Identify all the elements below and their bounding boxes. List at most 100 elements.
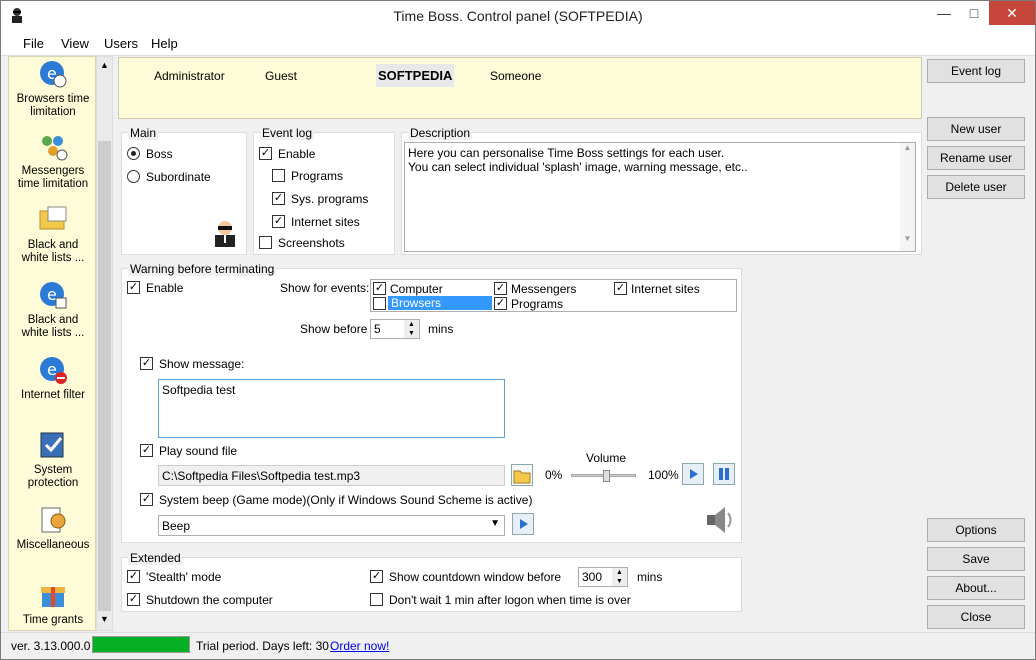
gift-icon xyxy=(38,580,68,610)
internet-filter-icon: e xyxy=(38,355,68,385)
countdown-label: Show countdown window before xyxy=(389,570,562,584)
message-textarea[interactable]: Softpedia test xyxy=(158,379,505,438)
version-label: ver. 3.13.000.0 xyxy=(11,639,91,653)
volume-slider[interactable] xyxy=(571,470,636,484)
event-computer-checkbox[interactable]: ✓ xyxy=(373,282,386,295)
countdown-value: 300 xyxy=(582,570,603,584)
countdown-spin-icon[interactable]: ▲ ▼ xyxy=(612,568,627,586)
countdown-mins-label: mins xyxy=(637,570,663,584)
user-administrator[interactable]: Administrator xyxy=(154,69,225,83)
browser-list-icon: e xyxy=(38,280,68,310)
close-icon[interactable]: ✕ xyxy=(989,1,1035,25)
event-messengers-checkbox[interactable]: ✓ xyxy=(494,282,507,295)
sidebar-item-messengers-time[interactable]: Messengers time limitation xyxy=(9,131,95,191)
volume-max-label: 100% xyxy=(648,468,679,482)
trial-progress-bar xyxy=(92,636,190,653)
shutdown-checkbox[interactable]: ✓ xyxy=(127,593,140,606)
user-softpedia[interactable]: SOFTPEDIA xyxy=(376,64,455,87)
menu-users[interactable]: Users xyxy=(104,36,138,51)
minimize-icon[interactable]: — xyxy=(929,1,959,25)
sidebar-item-internet-filter[interactable]: e Internet filter xyxy=(9,355,95,402)
description-scrollbar[interactable]: ▲ ▼ xyxy=(900,143,915,251)
scroll-up-icon[interactable]: ▲ xyxy=(100,60,109,70)
pause-icon[interactable] xyxy=(713,463,735,485)
delete-user-button[interactable]: Delete user xyxy=(927,175,1025,199)
sidebar-item-system-protection[interactable]: System protection xyxy=(9,430,95,490)
browse-folder-icon[interactable] xyxy=(511,464,533,486)
desc-scroll-up-icon[interactable]: ▲ xyxy=(900,143,915,152)
event-programs-label: Programs xyxy=(511,297,564,311)
rename-user-button[interactable]: Rename user xyxy=(927,146,1025,170)
warning-enable-label: Enable xyxy=(146,281,184,295)
event-internet-sites-checkbox[interactable]: ✓ xyxy=(614,282,627,295)
options-button[interactable]: Options xyxy=(927,518,1025,542)
shutdown-label: Shutdown the computer xyxy=(146,593,273,607)
speaker-icon xyxy=(703,504,737,536)
sidebar-item-black-white-lists-1[interactable]: Black and white lists ... xyxy=(9,205,95,265)
warning-title: Warning before terminating xyxy=(128,262,277,276)
new-user-button[interactable]: New user xyxy=(927,117,1025,141)
event-log-title: Event log xyxy=(260,126,315,140)
sidebar-scroll-thumb[interactable] xyxy=(98,141,111,611)
programs-checkbox[interactable] xyxy=(272,169,285,182)
user-someone[interactable]: Someone xyxy=(490,69,541,83)
miscellaneous-icon xyxy=(38,505,68,535)
play-sound-checkbox[interactable]: ✓ xyxy=(140,444,153,457)
sound-file-path[interactable]: C:\Softpedia Files\Softpedia test.mp3 xyxy=(158,465,505,486)
internet-sites-log-checkbox[interactable]: ✓ xyxy=(272,215,285,228)
event-log-button[interactable]: Event log xyxy=(927,59,1025,83)
window-title: Time Boss. Control panel (SOFTPEDIA) xyxy=(393,8,643,24)
warning-enable-checkbox[interactable]: ✓ xyxy=(127,281,140,294)
desc-scroll-down-icon[interactable]: ▼ xyxy=(900,234,915,243)
boss-avatar-icon xyxy=(211,219,239,247)
svg-text:e: e xyxy=(47,285,57,304)
sidebar-item-time-grants[interactable]: Time grants xyxy=(9,580,95,627)
show-before-label: Show before xyxy=(300,322,368,336)
extended-title: Extended xyxy=(128,551,183,565)
system-protection-icon xyxy=(38,430,68,460)
beep-select[interactable]: Beep ▼ xyxy=(158,515,505,536)
scroll-down-icon[interactable]: ▼ xyxy=(100,614,109,624)
subordinate-label: Subordinate xyxy=(146,170,211,184)
chevron-down-icon: ▼ xyxy=(490,518,500,529)
save-button[interactable]: Save xyxy=(927,547,1025,571)
user-guest[interactable]: Guest xyxy=(265,69,297,83)
sidebar-item-browsers-time[interactable]: e Browsers time limitation xyxy=(9,59,95,119)
dont-wait-checkbox[interactable] xyxy=(370,593,383,606)
volume-min-label: 0% xyxy=(545,468,563,482)
main-group-title: Main xyxy=(128,126,159,140)
beep-play-icon[interactable] xyxy=(512,513,534,535)
sidebar-item-black-white-lists-2[interactable]: e Black and white lists ... xyxy=(9,280,95,340)
stealth-checkbox[interactable]: ✓ xyxy=(127,570,140,583)
menu-help[interactable]: Help xyxy=(151,36,178,51)
stealth-label: 'Stealth' mode xyxy=(146,570,222,584)
countdown-checkbox[interactable]: ✓ xyxy=(370,570,383,583)
event-log-enable-checkbox[interactable]: ✓ xyxy=(259,147,272,160)
event-messengers-label: Messengers xyxy=(511,282,577,296)
play-icon[interactable] xyxy=(682,463,704,485)
maximize-icon[interactable]: □ xyxy=(959,1,989,25)
menu-view[interactable]: View xyxy=(61,36,89,51)
order-now-link[interactable]: Order now! xyxy=(330,639,389,653)
dont-wait-label: Don't wait 1 min after logon when time i… xyxy=(389,593,631,607)
sys-programs-checkbox[interactable]: ✓ xyxy=(272,192,285,205)
boss-radio[interactable] xyxy=(127,147,140,160)
screenshots-checkbox[interactable] xyxy=(259,236,272,249)
app-window: Time Boss. Control panel (SOFTPEDIA) — □… xyxy=(0,0,1036,660)
description-text: Here you can personalise Time Boss setti… xyxy=(404,142,916,252)
messengers-icon xyxy=(38,131,68,161)
title-bar: Time Boss. Control panel (SOFTPEDIA) — □… xyxy=(1,1,1035,32)
close-button[interactable]: Close xyxy=(927,605,1025,629)
sound-file-path-text: C:\Softpedia Files\Softpedia test.mp3 xyxy=(162,469,361,483)
event-programs-checkbox[interactable]: ✓ xyxy=(494,297,507,310)
menu-file[interactable]: File xyxy=(23,36,44,51)
event-browsers-checkbox[interactable] xyxy=(373,297,386,310)
menu-bar: File View Users Help xyxy=(1,32,1035,56)
show-message-checkbox[interactable]: ✓ xyxy=(140,357,153,370)
system-beep-checkbox[interactable]: ✓ xyxy=(140,493,153,506)
about-button[interactable]: About... xyxy=(927,576,1025,600)
volume-thumb[interactable] xyxy=(603,470,610,482)
subordinate-radio[interactable] xyxy=(127,170,140,183)
show-before-spin-icon[interactable]: ▲ ▼ xyxy=(404,320,419,338)
sidebar-item-miscellaneous[interactable]: Miscellaneous xyxy=(9,505,95,552)
